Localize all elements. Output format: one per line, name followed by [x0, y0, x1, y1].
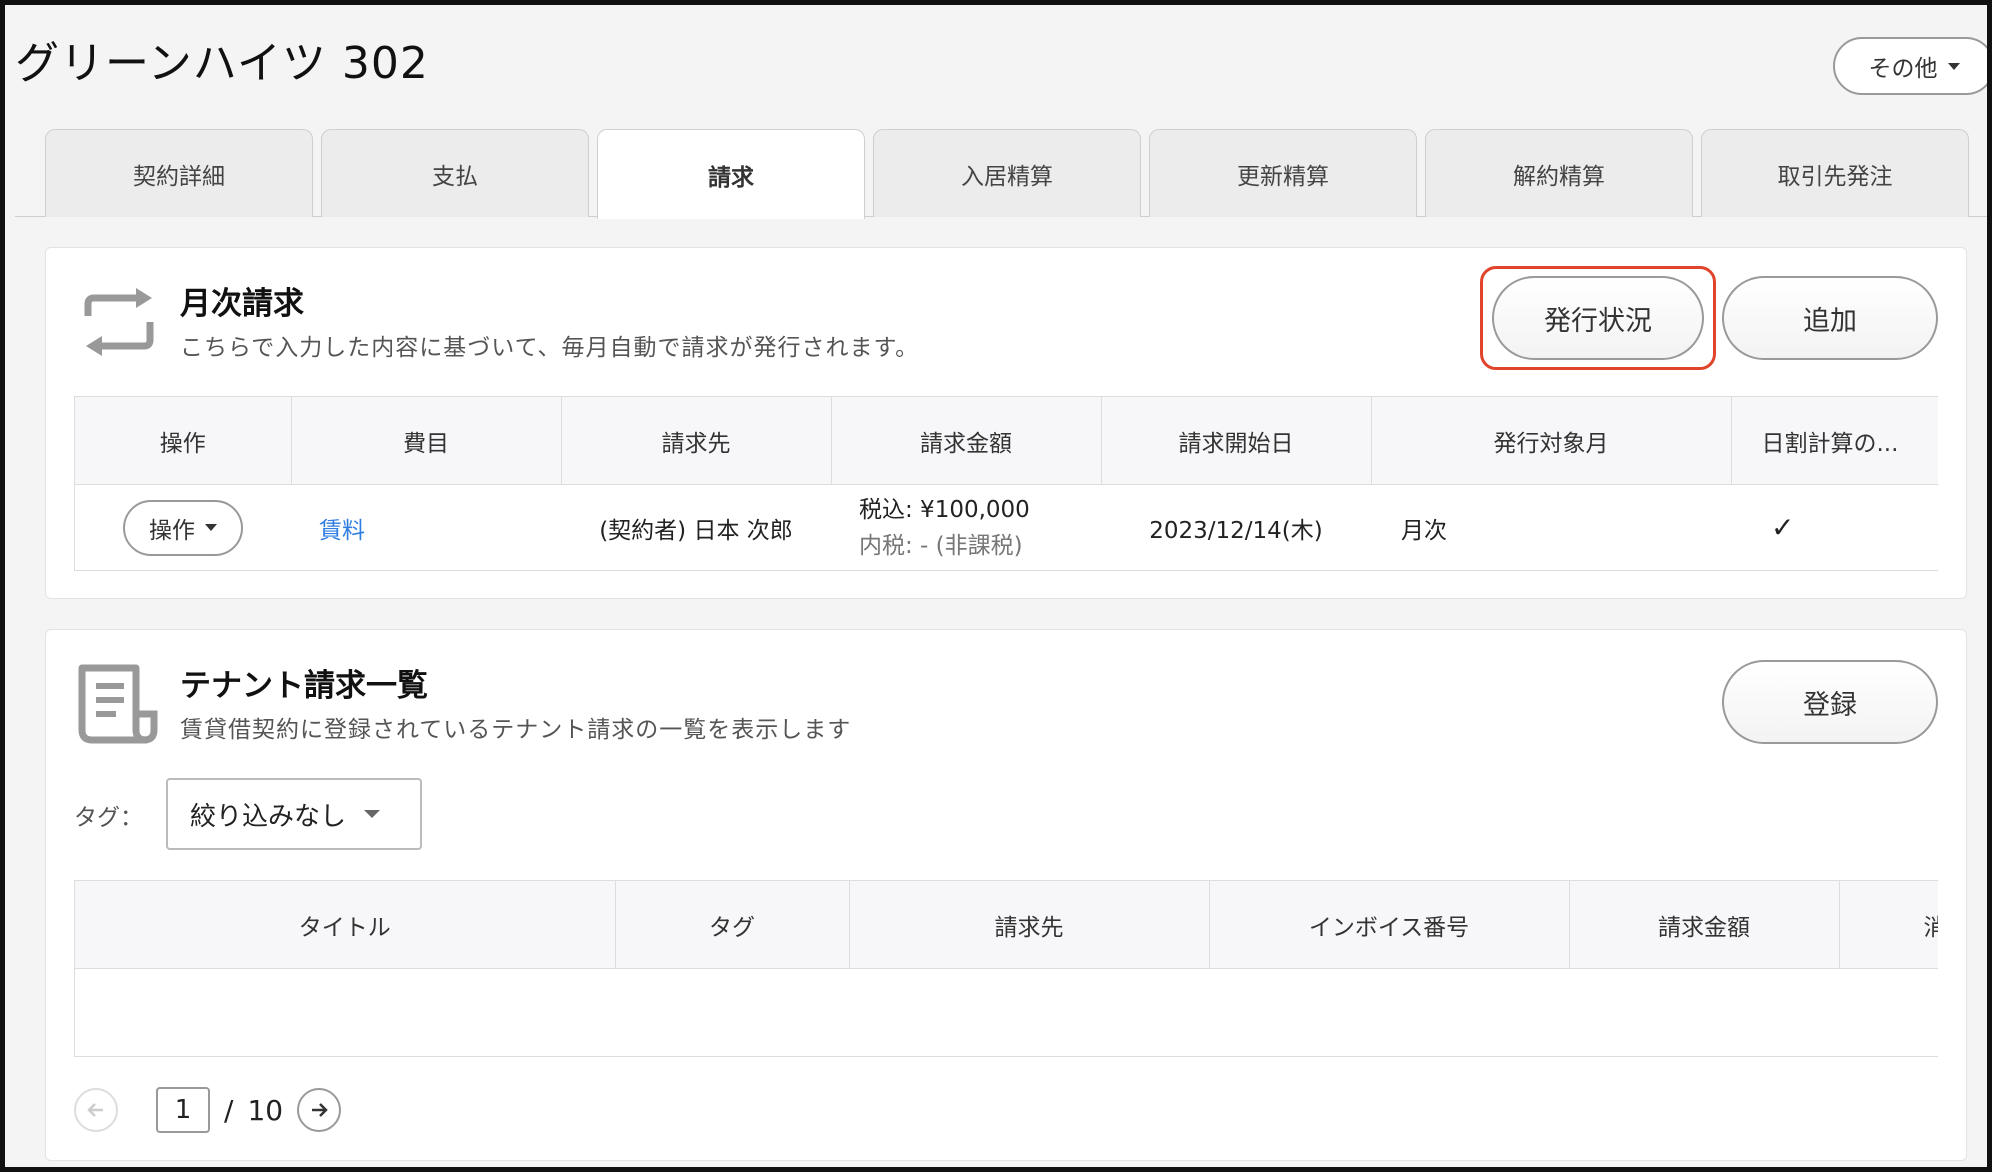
column-header-title: タイトル: [75, 880, 616, 969]
tab-label: 更新精算: [1237, 163, 1329, 190]
page-total: 10: [247, 1093, 284, 1127]
monthly-billing-description: こちらで入力した内容に基づいて、毎月自動で請求が発行されます。: [180, 335, 920, 361]
tab-move-in-settlement[interactable]: 入居精算: [873, 129, 1141, 217]
amount-tax-detail: 内税: - (非課税): [859, 532, 1023, 559]
billing-to-cell: (契約者) 日本 次郎: [561, 484, 831, 571]
column-header-amount: 請求金額: [1569, 880, 1840, 969]
next-page-button[interactable]: [297, 1088, 342, 1132]
pagination: 1 / 10: [74, 1086, 342, 1134]
row-action-button[interactable]: 操作: [123, 499, 243, 556]
tab-payment[interactable]: 支払: [321, 129, 589, 217]
tag-filter-value: 絞り込みなし: [190, 801, 347, 832]
prev-page-button[interactable]: [74, 1088, 118, 1132]
issue-status-button[interactable]: 発行状況: [1492, 276, 1704, 360]
empty-cell: [75, 968, 1938, 1057]
tenant-billing-card: テナント請求一覧 賃貸借契約に登録されているテナント請求の一覧を表示します 登録…: [45, 629, 1967, 1161]
tab-renewal-settlement[interactable]: 更新精算: [1149, 129, 1417, 217]
tab-label: 取引先発注: [1777, 163, 1893, 190]
tab-label: 解約精算: [1513, 163, 1605, 190]
column-header-action: 操作: [75, 396, 292, 485]
arrow-right-icon: [312, 1103, 328, 1117]
tenant-billing-title: テナント請求一覧: [180, 668, 428, 704]
tab-contract-details[interactable]: 契約詳細: [45, 129, 313, 217]
tab-cancellation-settlement[interactable]: 解約精算: [1425, 129, 1693, 217]
column-header-billing-to: 請求先: [561, 396, 832, 485]
tab-label: 入居精算: [961, 163, 1053, 190]
row-action-label: 操作: [149, 517, 195, 544]
tab-vendor-order[interactable]: 取引先発注: [1701, 129, 1969, 217]
monthly-billing-card: 月次請求 こちらで入力した内容に基づいて、毎月自動で請求が発行されます。 発行状…: [45, 247, 1967, 599]
page-separator: /: [224, 1093, 234, 1127]
target-month-cell: 月次: [1371, 484, 1731, 571]
column-header-truncated: 消: [1839, 880, 1938, 969]
column-header-start-date: 請求開始日: [1101, 396, 1372, 485]
tab-label: 支払: [432, 163, 478, 190]
column-header-invoice-number: インボイス番号: [1209, 880, 1570, 969]
chevron-down-icon: [364, 810, 381, 818]
item-link[interactable]: 賃料: [319, 518, 365, 544]
tab-bar: 契約詳細 支払 請求 入居精算 更新精算 解約精算 取引先発注: [15, 129, 1987, 219]
other-menu-button[interactable]: その他: [1833, 37, 1987, 95]
arrow-left-icon: [87, 1103, 103, 1117]
add-button[interactable]: 追加: [1722, 276, 1938, 360]
document-icon: [78, 664, 158, 744]
action-cell: 操作: [75, 484, 291, 571]
chevron-down-icon: [205, 524, 217, 531]
register-button[interactable]: 登録: [1722, 660, 1938, 744]
column-header-item: 費目: [291, 396, 562, 485]
column-header-prorate: 日割計算の...: [1731, 396, 1938, 485]
tab-label: 契約詳細: [133, 163, 225, 190]
monthly-billing-table: 操作 費目 請求先 請求金額 請求開始日 発行対象月 日割計算の... 操作 賃…: [74, 396, 1938, 571]
app-window: グリーンハイツ 302 その他 契約詳細 支払 請求 入居精算 更新精算 解約精…: [0, 0, 1992, 1172]
monthly-billing-title: 月次請求: [180, 286, 304, 322]
tab-billing[interactable]: 請求: [597, 129, 865, 219]
repeat-icon: [84, 288, 154, 356]
column-header-target-month: 発行対象月: [1371, 396, 1732, 485]
tag-filter-label: タグ：: [74, 805, 143, 831]
column-header-billing-to: 請求先: [849, 880, 1210, 969]
other-menu-label: その他: [1868, 56, 1938, 82]
chevron-down-icon: [1947, 62, 1960, 70]
tab-label: 請求: [708, 164, 754, 191]
empty-table-row: [75, 968, 1938, 1057]
page-title: グリーンハイツ 302: [15, 38, 429, 89]
start-date-cell: 2023/12/14(木): [1101, 484, 1371, 571]
column-header-amount: 請求金額: [831, 396, 1102, 485]
tenant-billing-description: 賃貸借契約に登録されているテナント請求の一覧を表示します: [180, 717, 852, 743]
tenant-billing-table: タイトル タグ 請求先 インボイス番号 請求金額 消: [74, 880, 1938, 1057]
amount-tax-included: 税込: ¥100,000: [859, 496, 1030, 523]
amount-cell: 税込: ¥100,000 内税: - (非課税): [831, 484, 1101, 571]
item-cell: 賃料: [291, 484, 561, 571]
prorate-check-icon: ✓: [1731, 484, 1938, 571]
column-header-tag: タグ: [615, 880, 850, 969]
page-number-input[interactable]: 1: [156, 1087, 210, 1133]
tag-filter-select[interactable]: 絞り込みなし: [166, 778, 422, 850]
table-row: 操作 賃料 (契約者) 日本 次郎 税込: ¥100,000 内税: - (非課…: [75, 484, 1938, 571]
